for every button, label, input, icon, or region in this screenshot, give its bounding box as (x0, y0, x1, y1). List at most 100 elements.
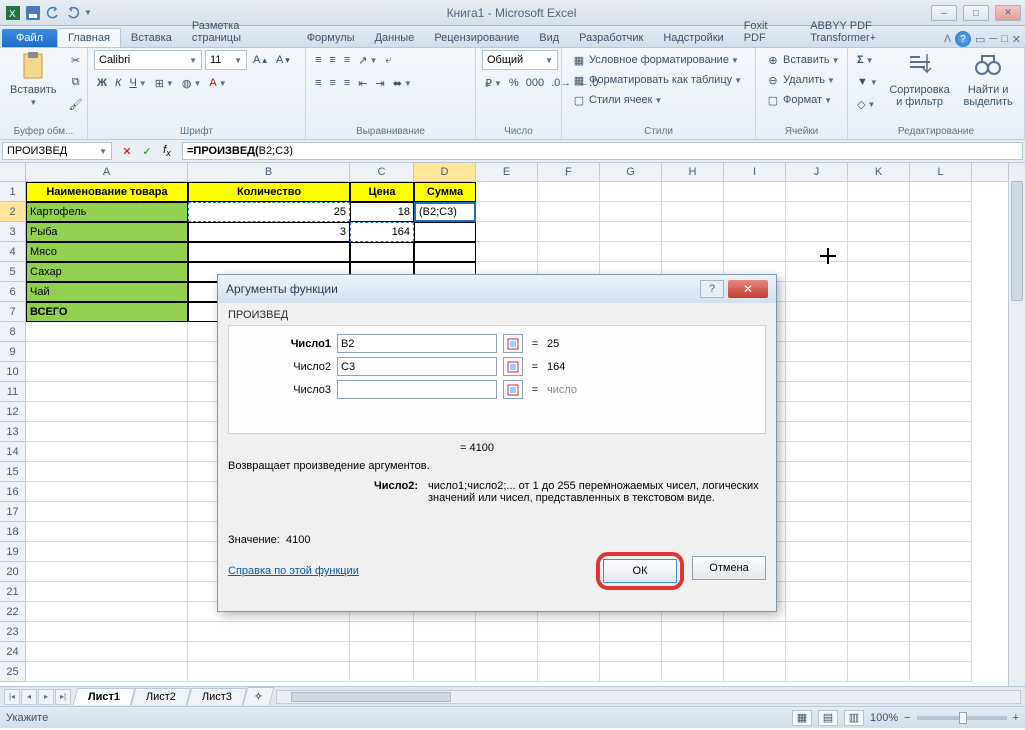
cell-A10[interactable] (26, 362, 188, 382)
cell-J6[interactable] (786, 282, 848, 302)
cell-A18[interactable] (26, 522, 188, 542)
col-header-L[interactable]: L (910, 163, 972, 181)
cell-H1[interactable] (662, 182, 724, 202)
clear-button[interactable]: ◇▼ (854, 94, 881, 114)
excel-icon[interactable]: X (4, 4, 22, 22)
cell-A22[interactable] (26, 602, 188, 622)
cell-J8[interactable] (786, 322, 848, 342)
cell-J15[interactable] (786, 462, 848, 482)
font-name-select[interactable]: Calibri▼ (94, 50, 202, 70)
undo-icon[interactable] (44, 4, 62, 22)
cell-K19[interactable] (848, 542, 910, 562)
cell-L22[interactable] (910, 602, 972, 622)
sheet-nav-prev[interactable]: ◂ (21, 689, 37, 705)
cell-K14[interactable] (848, 442, 910, 462)
cell-L3[interactable] (910, 222, 972, 242)
cell-K9[interactable] (848, 342, 910, 362)
row-header-13[interactable]: 13 (0, 422, 26, 442)
workbook-close-icon[interactable]: ✕ (1012, 33, 1021, 46)
row-header-6[interactable]: 6 (0, 282, 26, 302)
cell-D4[interactable] (414, 242, 476, 262)
format-as-table-button[interactable]: ▦Форматировать как таблицу▼ (568, 70, 745, 90)
cell-K6[interactable] (848, 282, 910, 302)
merge-button[interactable]: ⬌▼ (390, 73, 415, 93)
shrink-font-button[interactable]: A▾ (273, 50, 293, 70)
tab-abbyy[interactable]: ABBYY PDF Transformer+ (800, 17, 944, 47)
cell-L7[interactable] (910, 302, 972, 322)
fill-color-button[interactable]: ◍▼ (179, 73, 205, 93)
cell-K10[interactable] (848, 362, 910, 382)
cell-L20[interactable] (910, 562, 972, 582)
formula-input[interactable]: =ПРОИЗВЕД(B2;C3) (182, 142, 1023, 160)
cell-L12[interactable] (910, 402, 972, 422)
cell-K7[interactable] (848, 302, 910, 322)
col-header-A[interactable]: A (26, 163, 188, 181)
tab-formulas[interactable]: Формулы (297, 29, 365, 47)
cell-F1[interactable] (538, 182, 600, 202)
cell-B24[interactable] (188, 642, 350, 662)
dialog-cancel-button[interactable]: Отмена (692, 556, 766, 580)
cell-E25[interactable] (476, 662, 538, 682)
insert-cells-button[interactable]: ⊕Вставить▼ (762, 50, 843, 70)
sheet-nav-first[interactable]: |◂ (4, 689, 20, 705)
cell-A5[interactable]: Сахар (26, 262, 188, 282)
row-header-4[interactable]: 4 (0, 242, 26, 262)
cell-A1[interactable]: Наименование товара (26, 182, 188, 202)
cell-L19[interactable] (910, 542, 972, 562)
tab-home[interactable]: Главная (57, 28, 121, 47)
row-header-21[interactable]: 21 (0, 582, 26, 602)
cell-J18[interactable] (786, 522, 848, 542)
cell-L18[interactable] (910, 522, 972, 542)
maximize-button[interactable]: □ (963, 5, 989, 21)
cell-L16[interactable] (910, 482, 972, 502)
cell-L11[interactable] (910, 382, 972, 402)
cell-A6[interactable]: Чай (26, 282, 188, 302)
cell-A4[interactable]: Мясо (26, 242, 188, 262)
tab-developer[interactable]: Разработчик (569, 29, 653, 47)
select-all-corner[interactable] (0, 163, 26, 181)
row-header-8[interactable]: 8 (0, 322, 26, 342)
decrease-indent-button[interactable]: ⇤ (355, 73, 370, 93)
cell-K22[interactable] (848, 602, 910, 622)
cell-J1[interactable] (786, 182, 848, 202)
arg2-ref-button[interactable] (503, 357, 523, 376)
cell-L23[interactable] (910, 622, 972, 642)
cell-K11[interactable] (848, 382, 910, 402)
cell-A14[interactable] (26, 442, 188, 462)
cell-L1[interactable] (910, 182, 972, 202)
cut-button[interactable]: ✂ (65, 50, 87, 70)
cell-K18[interactable] (848, 522, 910, 542)
qat-dropdown-icon[interactable]: ▼ (84, 8, 92, 17)
normal-view-button[interactable]: ▦ (792, 710, 812, 726)
cell-J22[interactable] (786, 602, 848, 622)
cell-J19[interactable] (786, 542, 848, 562)
col-header-E[interactable]: E (476, 163, 538, 181)
row-header-3[interactable]: 3 (0, 222, 26, 242)
cell-J2[interactable] (786, 202, 848, 222)
row-header-22[interactable]: 22 (0, 602, 26, 622)
dialog-help-button[interactable]: ? (700, 280, 724, 298)
cell-L25[interactable] (910, 662, 972, 682)
cell-K8[interactable] (848, 322, 910, 342)
tab-foxit[interactable]: Foxit PDF (734, 17, 801, 47)
cell-J11[interactable] (786, 382, 848, 402)
tab-data[interactable]: Данные (365, 29, 425, 47)
help-icon[interactable]: ? (955, 31, 971, 47)
cell-C2[interactable]: 18 (350, 202, 414, 222)
arg1-ref-button[interactable] (503, 334, 523, 353)
redo-icon[interactable] (64, 4, 82, 22)
row-header-25[interactable]: 25 (0, 662, 26, 682)
cell-B3[interactable]: 3 (188, 222, 350, 242)
cell-K16[interactable] (848, 482, 910, 502)
cell-C25[interactable] (350, 662, 414, 682)
cell-J24[interactable] (786, 642, 848, 662)
file-tab[interactable]: Файл (2, 29, 57, 47)
cell-C4[interactable] (350, 242, 414, 262)
percent-button[interactable]: % (506, 73, 522, 93)
cell-A16[interactable] (26, 482, 188, 502)
row-header-14[interactable]: 14 (0, 442, 26, 462)
cell-A11[interactable] (26, 382, 188, 402)
comma-button[interactable]: 000 (523, 73, 547, 93)
cell-L6[interactable] (910, 282, 972, 302)
cell-L5[interactable] (910, 262, 972, 282)
